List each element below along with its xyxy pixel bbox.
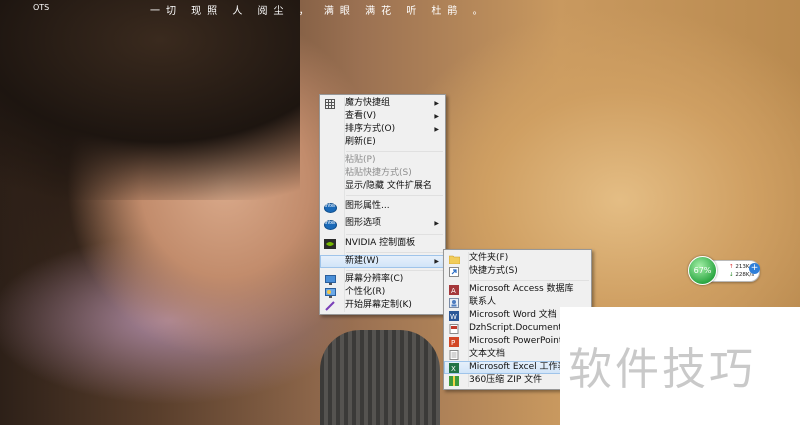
intel-icon: intel (323, 202, 337, 213)
menu-item-paste-shortcut: 粘贴快捷方式(S) (320, 167, 445, 180)
text-document-icon (448, 349, 460, 360)
menu-item-personalize[interactable]: 个性化(R) (320, 286, 445, 299)
top-left-label: OTS (33, 3, 50, 12)
menu-item-start-screen[interactable]: 开始屏幕定制(K) (320, 299, 445, 312)
word-icon: W (448, 310, 460, 321)
menu-item-label: 魔方快捷组 (345, 98, 391, 108)
menu-item-label: DzhScript.Document (469, 323, 562, 333)
pen-icon (324, 300, 336, 311)
wallpaper-quote: 一切 现照 人 阅尘 ， 满眼 满花 听 杜鹃 。 (150, 6, 489, 17)
nvidia-icon (324, 238, 336, 249)
menu-separator (470, 280, 589, 281)
menu-item-label: NVIDIA 控制面板 (345, 238, 416, 248)
menu-item-label: 图形属性... (345, 201, 390, 211)
menu-item-label: 粘贴(P) (345, 155, 376, 165)
menu-item-view[interactable]: 查看(V) ▶ (320, 110, 445, 123)
menu-item-screen-resolution[interactable]: 屏幕分辨率(C) (320, 273, 445, 286)
menu-item-label: 文件夹(F) (469, 253, 509, 263)
menu-separator (346, 270, 443, 271)
personalize-icon (324, 287, 336, 298)
menu-item-label: 查看(V) (345, 111, 377, 121)
menu-item-sort[interactable]: 排序方式(O) ▶ (320, 123, 445, 136)
new-access-database[interactable]: A Microsoft Access 数据库 (444, 283, 591, 296)
svg-text:X: X (451, 365, 456, 373)
wallpaper-text: OTS 一切 现照 人 阅尘 ， 满眼 满花 听 杜鹃 。 (0, 2, 800, 17)
svg-text:P: P (451, 339, 455, 347)
grid-icon (324, 98, 336, 109)
menu-item-paste: 粘贴(P) (320, 154, 445, 167)
wallpaper-hair-shadow (0, 0, 300, 200)
menu-item-mofang[interactable]: 魔方快捷组 ▶ (320, 97, 445, 110)
menu-item-label: 粘贴快捷方式(S) (345, 168, 412, 178)
menu-item-label: 快捷方式(S) (469, 266, 518, 276)
submenu-arrow-icon: ▶ (434, 258, 439, 265)
access-icon: A (448, 284, 460, 295)
menu-item-graphics-options[interactable]: intel 图形选项 ▶ (320, 215, 445, 232)
memory-percent-ball[interactable]: 67% (688, 256, 717, 285)
menu-item-label: 显示/隐藏 文件扩展名 (345, 181, 432, 191)
document-icon (448, 323, 460, 334)
zip-icon (448, 375, 460, 386)
contact-icon (448, 297, 460, 308)
menu-item-new[interactable]: 新建(W) ▶ (320, 255, 445, 268)
submenu-arrow-icon: ▶ (434, 100, 439, 107)
svg-text:W: W (450, 313, 457, 321)
upload-arrow-icon: ↑ (729, 264, 734, 270)
download-arrow-icon: ↓ (729, 272, 734, 278)
menu-separator (346, 151, 443, 152)
desktop-context-menu: 魔方快捷组 ▶ 查看(V) ▶ 排序方式(O) ▶ 刷新(E) 粘贴(P) 粘贴… (319, 94, 446, 315)
menu-separator (346, 234, 443, 235)
menu-separator (346, 252, 443, 253)
menu-item-toggle-extensions[interactable]: 显示/隐藏 文件扩展名 (320, 180, 445, 193)
submenu-arrow-icon: ▶ (434, 220, 439, 227)
menu-item-label: Microsoft Access 数据库 (469, 284, 574, 294)
folder-icon (448, 253, 460, 264)
menu-item-label: 360压缩 ZIP 文件 (469, 375, 543, 385)
menu-separator (346, 195, 443, 196)
menu-item-label: 联系人 (469, 297, 497, 307)
menu-item-graphics-properties[interactable]: intel 图形属性... (320, 198, 445, 215)
submenu-arrow-icon: ▶ (434, 113, 439, 120)
svg-text:A: A (451, 287, 456, 295)
menu-item-label: 屏幕分辨率(C) (345, 274, 404, 284)
new-folder[interactable]: 文件夹(F) (444, 252, 591, 265)
menu-item-label: 排序方式(O) (345, 124, 396, 134)
menu-item-label: Microsoft Word 文档 (469, 310, 557, 320)
intel-icon: intel (323, 219, 337, 230)
menu-item-label: 图形选项 (345, 218, 382, 228)
wallpaper-sleeve (320, 330, 440, 425)
plus-icon[interactable]: + (749, 263, 760, 274)
monitor-icon (324, 274, 336, 285)
watermark-panel: 软件技巧 (560, 307, 800, 425)
powerpoint-icon: P (448, 336, 460, 347)
menu-item-nvidia[interactable]: NVIDIA 控制面板 (320, 237, 445, 250)
submenu-arrow-icon: ▶ (434, 126, 439, 133)
shortcut-icon (448, 266, 460, 277)
excel-icon: X (448, 362, 460, 373)
menu-item-label: 新建(W) (345, 256, 379, 266)
menu-item-refresh[interactable]: 刷新(E) (320, 136, 445, 149)
menu-item-label: 文本文档 (469, 349, 506, 359)
menu-item-label: 开始屏幕定制(K) (345, 300, 412, 310)
network-speed-widget[interactable]: ↑ 213K/s ↓ 228K/s 67% + (688, 256, 760, 285)
watermark-text: 软件技巧 (568, 344, 756, 395)
menu-item-label: 个性化(R) (345, 287, 386, 297)
menu-item-label: 刷新(E) (345, 137, 376, 147)
new-shortcut[interactable]: 快捷方式(S) (444, 265, 591, 278)
menu-item-label: Microsoft Excel 工作表 (469, 362, 567, 372)
